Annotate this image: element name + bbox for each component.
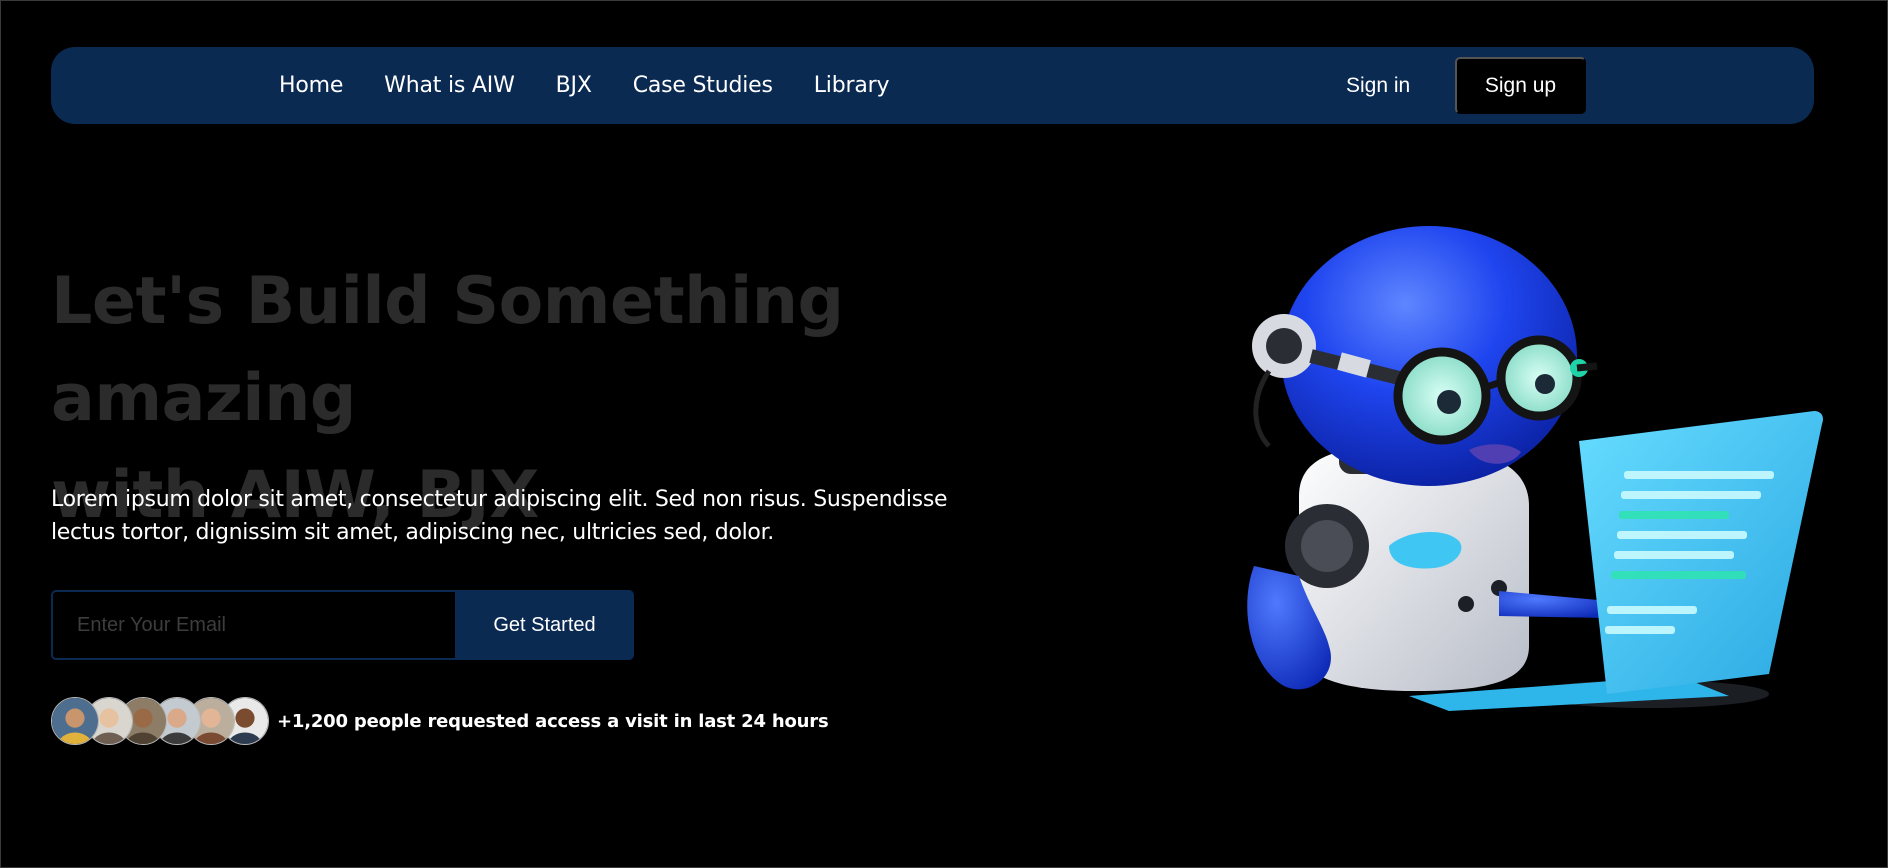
top-navbar: Home What is AIW BJX Case Studies Librar… — [51, 47, 1814, 124]
hero-description-line-1: Lorem ipsum dolor sit amet, consectetur … — [51, 487, 948, 512]
avatar-1 — [51, 697, 99, 745]
get-started-button[interactable]: Get Started — [455, 590, 634, 660]
email-input[interactable] — [51, 590, 455, 660]
sign-in-link[interactable]: Sign in — [1346, 47, 1410, 124]
nav-link-case-studies[interactable]: Case Studies — [633, 73, 773, 98]
nav-link-library[interactable]: Library — [814, 73, 890, 98]
glasses-temple — [1576, 362, 1598, 372]
sign-up-button[interactable]: Sign up — [1455, 57, 1586, 114]
nav-link-what-is-aiw[interactable]: What is AIW — [384, 73, 515, 98]
robot-right-arm — [1499, 591, 1609, 618]
nav-links: Home What is AIW BJX Case Studies Librar… — [279, 47, 889, 124]
nav-link-home[interactable]: Home — [279, 73, 343, 98]
robot-mic — [1253, 369, 1272, 448]
robot-ear-inner — [1266, 328, 1302, 364]
page-frame: Home What is AIW BJX Case Studies Librar… — [0, 0, 1888, 868]
robot-left-pupil — [1437, 390, 1461, 414]
robot-with-laptop-illustration — [1247, 226, 1824, 711]
hero-description-line-2: lectus tortor, dignissim sit amet, adipi… — [51, 520, 774, 545]
social-proof-text: +1,200 people requested access a visit i… — [277, 710, 829, 732]
robot-shoulder-inner — [1301, 520, 1353, 572]
email-signup-form: Get Started — [51, 590, 634, 660]
social-proof: +1,200 people requested access a visit i… — [51, 696, 829, 746]
avatar-stack — [51, 697, 269, 745]
hero-title-line-1: Let's Build Something amazing — [51, 264, 844, 436]
hero-description: Lorem ipsum dolor sit amet, consectetur … — [51, 483, 981, 549]
robot-right-pupil — [1535, 374, 1555, 394]
nav-link-bjx[interactable]: BJX — [556, 73, 592, 98]
robot-button-1 — [1458, 596, 1474, 612]
